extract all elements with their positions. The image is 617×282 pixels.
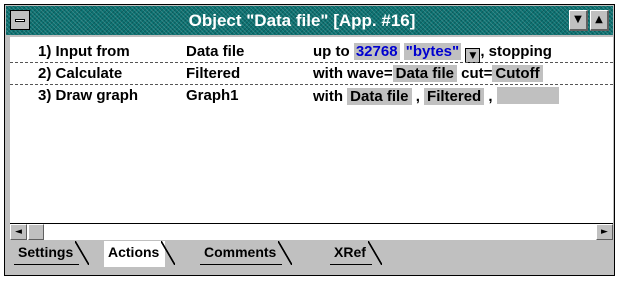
tab-bar: Settings Actions Comments XRef bbox=[10, 241, 613, 274]
row-target[interactable]: Data file bbox=[186, 43, 244, 60]
row-divider bbox=[10, 84, 613, 85]
action-row-1[interactable]: 1) Input from Data file up to 32768 "byt… bbox=[10, 42, 613, 63]
system-menu-button[interactable] bbox=[10, 10, 30, 30]
byte-count-field[interactable]: 32768 bbox=[353, 43, 400, 60]
row-step: 2) Calculate bbox=[38, 65, 123, 82]
title-bar[interactable]: Object "Data file" [App. #16] ▼ ▲ bbox=[6, 6, 613, 35]
scroll-right-icon[interactable]: ► bbox=[596, 224, 613, 240]
object-window: Object "Data file" [App. #16] ▼ ▲ 1) Inp… bbox=[4, 4, 615, 276]
scroll-thumb[interactable] bbox=[28, 224, 44, 240]
series-field-2[interactable]: Filtered bbox=[424, 88, 485, 105]
unit-field[interactable]: "bytes" bbox=[403, 43, 462, 60]
action-row-2[interactable]: 2) Calculate Filtered with wave= Data fil… bbox=[10, 64, 613, 84]
row-params: with Data file , Filtered , bbox=[313, 87, 559, 105]
tab-comments[interactable]: Comments bbox=[200, 241, 293, 265]
window-title: Object "Data file" [App. #16] bbox=[188, 11, 416, 30]
unit-dropdown-icon[interactable]: ▼ bbox=[465, 48, 481, 63]
sysmenu-icon bbox=[15, 19, 25, 22]
scroll-left-icon[interactable]: ◄ bbox=[10, 224, 27, 240]
scroll-up-button[interactable]: ▲ bbox=[590, 10, 609, 31]
row-step: 1) Input from bbox=[38, 43, 130, 60]
empty-series-field[interactable] bbox=[496, 87, 559, 104]
row-step: 3) Draw graph bbox=[38, 87, 139, 104]
wave-field[interactable]: Data file bbox=[392, 65, 457, 82]
row-divider bbox=[10, 62, 613, 63]
row-params: up to 32768 "bytes" ▼, stopping bbox=[313, 43, 552, 63]
scroll-down-button[interactable]: ▼ bbox=[569, 10, 588, 31]
actions-list: 1) Input from Data file up to 32768 "byt… bbox=[10, 37, 613, 223]
row-target[interactable]: Filtered bbox=[186, 65, 240, 82]
row-target[interactable]: Graph1 bbox=[186, 87, 239, 104]
cut-field[interactable]: Cutoff bbox=[492, 65, 543, 82]
tab-settings[interactable]: Settings bbox=[14, 241, 90, 265]
tab-xref[interactable]: XRef bbox=[330, 241, 382, 265]
series-field-1[interactable]: Data file bbox=[347, 88, 412, 105]
horizontal-scrollbar[interactable]: ◄ ► bbox=[10, 223, 613, 240]
tab-actions[interactable]: Actions bbox=[104, 241, 176, 267]
action-row-3[interactable]: 3) Draw graph Graph1 with Data file , Fi… bbox=[10, 86, 613, 106]
row-params: with wave= Data file cut= Cutoff bbox=[313, 65, 543, 82]
